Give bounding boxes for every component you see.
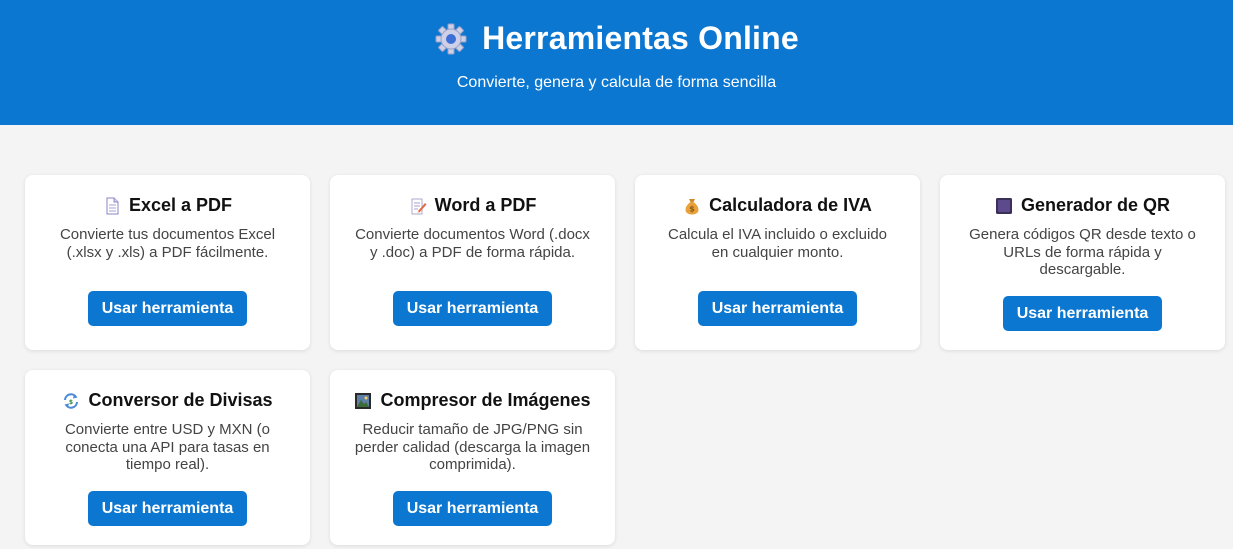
tool-card-word-pdf: Word a PDF Convierte documentos Word (.d… — [330, 175, 615, 350]
card-description: Convierte documentos Word (.docx y .doc)… — [355, 226, 590, 261]
page-title: Herramientas Online — [482, 20, 799, 56]
tool-card-excel-pdf: Excel a PDF Convierte tus documentos Exc… — [25, 175, 310, 350]
card-title-row: Compresor de Imágenes — [330, 390, 615, 411]
page-header: Herramientas Online Convierte, genera y … — [0, 0, 1233, 125]
document-icon — [106, 197, 119, 214]
card-title: Generador de QR — [1020, 195, 1171, 215]
card-title: Compresor de Imágenes — [380, 390, 591, 410]
card-title-row: $ Calculadora de IVA — [635, 195, 920, 216]
card-title: Calculadora de IVA — [709, 195, 872, 215]
use-tool-button-word-pdf[interactable]: Usar herramienta — [393, 291, 552, 326]
card-title-row: Excel a PDF — [25, 195, 310, 216]
tool-card-iva-calculator: $ Calculadora de IVA Calcula el IVA incl… — [635, 175, 920, 350]
card-title-row: $ Conversor de Divisas — [25, 390, 310, 411]
use-tool-button-image-compressor[interactable]: Usar herramienta — [393, 491, 552, 526]
tool-card-qr-generator: Generador de QR Genera códigos QR desde … — [940, 175, 1225, 350]
exchange-arrows-icon: $ — [64, 392, 79, 409]
card-title-row: Generador de QR — [940, 195, 1225, 216]
memo-icon — [411, 198, 427, 214]
tool-card-image-compressor: Compresor de Imágenes Reducir tamaño de … — [330, 370, 615, 545]
card-description: Genera códigos QR desde texto o URLs de … — [969, 226, 1196, 278]
card-title-row: Word a PDF — [330, 195, 615, 216]
framed-picture-icon — [355, 392, 372, 409]
page-subtitle: Convierte, genera y calcula de forma sen… — [456, 74, 777, 91]
money-bag-icon: $ — [685, 198, 699, 214]
card-description: Convierte tus documentos Excel (.xlsx y … — [59, 226, 276, 261]
qr-square-icon — [995, 197, 1012, 214]
gear-icon — [435, 23, 467, 54]
use-tool-button-qr-generator[interactable]: Usar herramienta — [1003, 296, 1162, 331]
card-description: Calcula el IVA incluido o excluido en cu… — [667, 226, 888, 261]
header-title-row: Herramientas Online — [0, 20, 1233, 57]
svg-text:$: $ — [69, 399, 73, 406]
use-tool-button-iva-calculator[interactable]: Usar herramienta — [698, 291, 857, 326]
card-title: Word a PDF — [434, 195, 537, 215]
card-description: Convierte entre USD y MXN (o conecta una… — [64, 421, 271, 473]
tool-card-currency-converter: $ Conversor de Divisas Convierte entre U… — [25, 370, 310, 545]
card-title: Excel a PDF — [128, 195, 233, 215]
card-description: Reducir tamaño de JPG/PNG sin perder cal… — [354, 421, 591, 473]
card-title: Conversor de Divisas — [88, 390, 273, 410]
use-tool-button-excel-pdf[interactable]: Usar herramienta — [88, 291, 247, 326]
svg-text:$: $ — [689, 204, 695, 213]
use-tool-button-currency-converter[interactable]: Usar herramienta — [88, 491, 247, 526]
